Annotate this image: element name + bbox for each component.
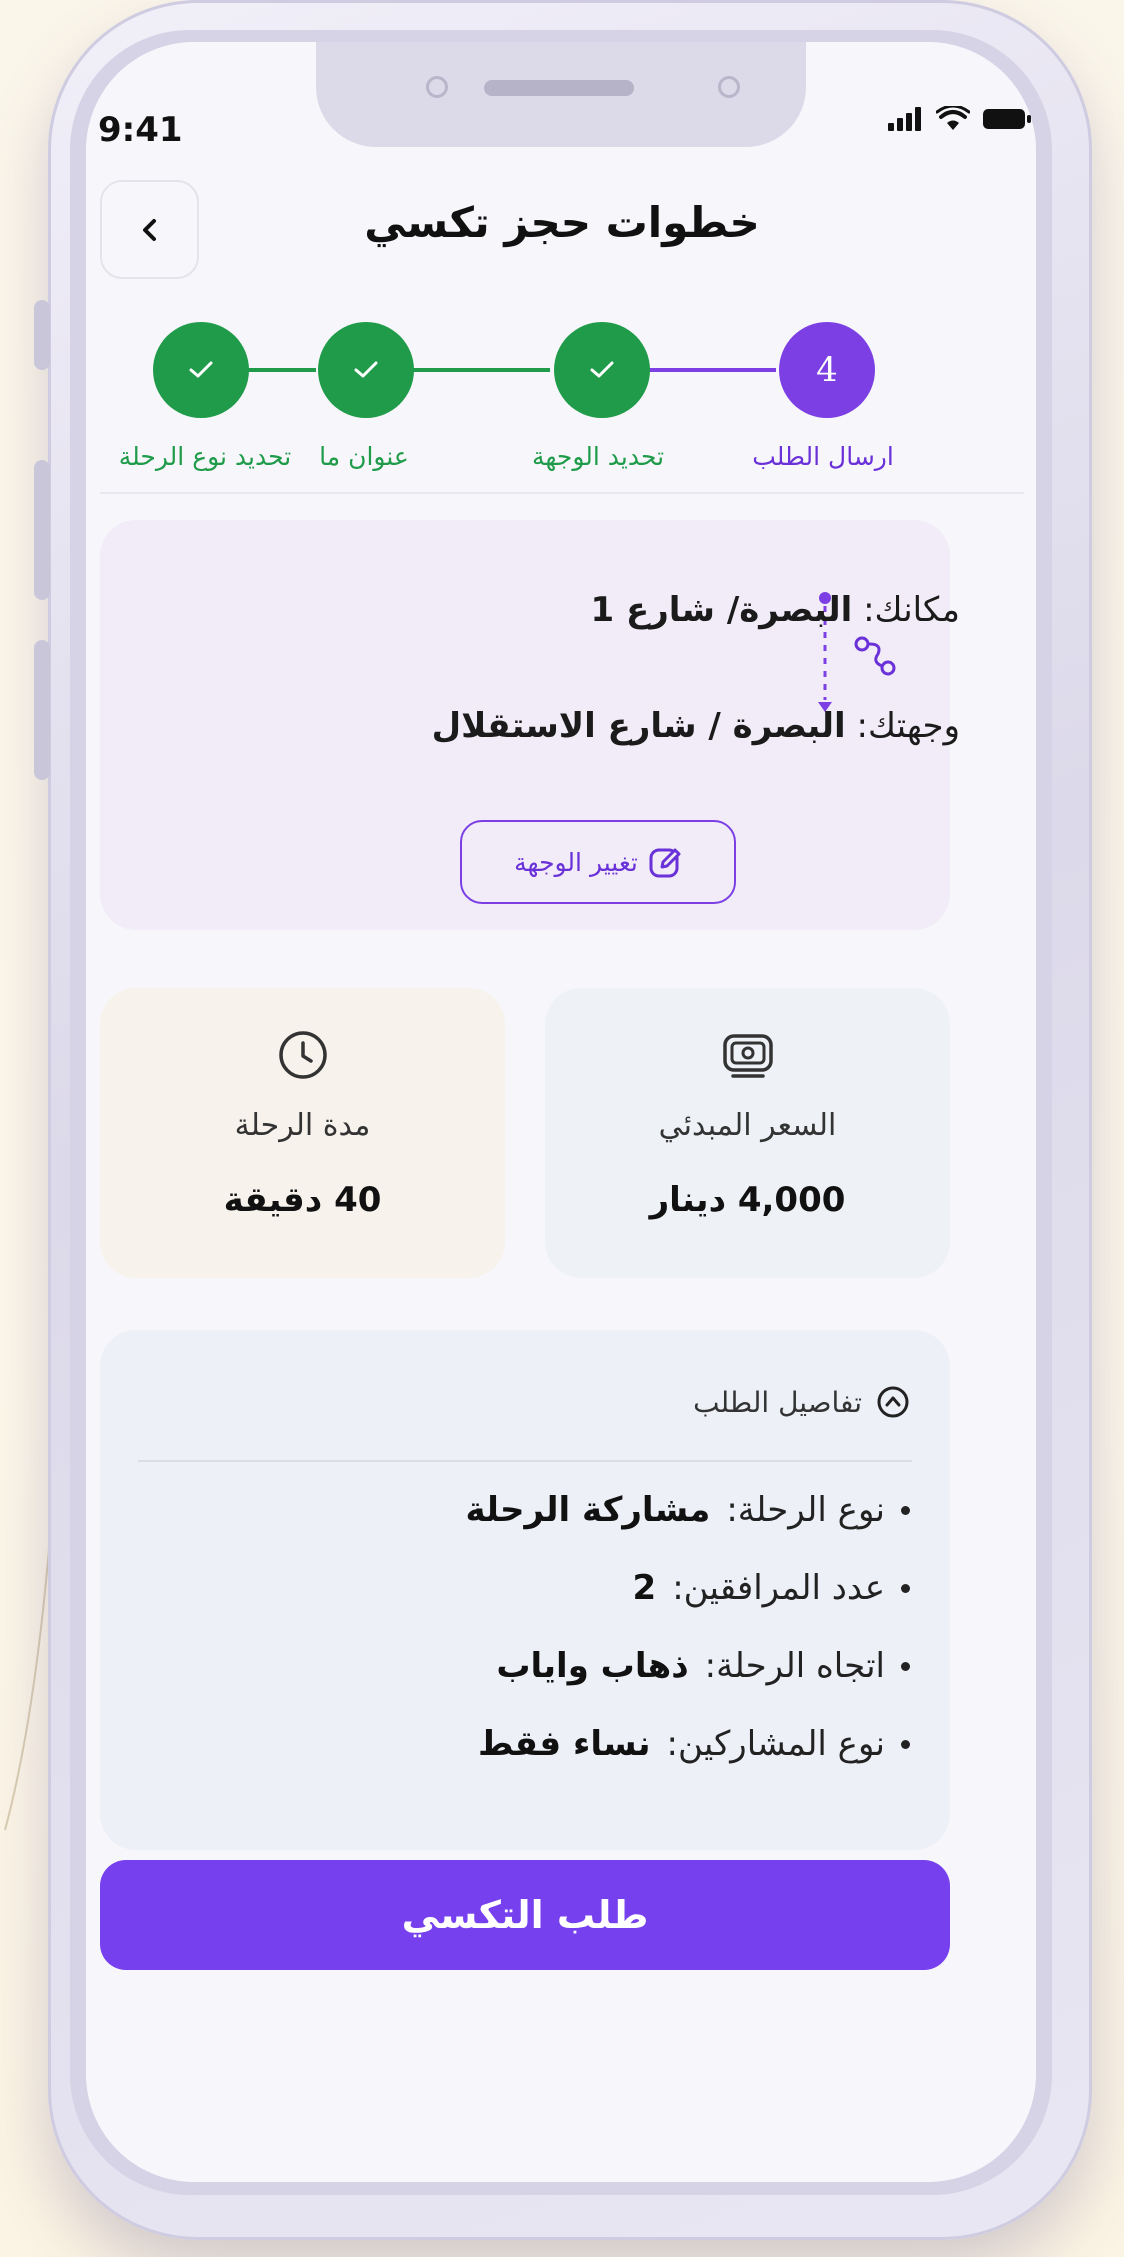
edit-icon	[649, 848, 681, 878]
wifi-icon	[936, 106, 970, 130]
back-button[interactable]	[100, 180, 199, 279]
detail-label: عدد المرافقين:	[672, 1568, 885, 1608]
divider	[100, 492, 1024, 494]
status-time: 9:41	[98, 110, 183, 150]
destination-label: وجهتك:	[856, 706, 960, 746]
check-icon	[189, 361, 213, 378]
step-label-trip-type: تحديد نوع الرحلة	[118, 442, 292, 471]
step-number: 4	[816, 350, 838, 390]
step-3-done[interactable]	[318, 322, 414, 418]
check-icon	[354, 361, 378, 378]
battery-icon	[983, 109, 1031, 129]
detail-value: مشاركة الرحلة	[465, 1490, 711, 1530]
step-label-send: ارسال الطلب	[752, 442, 894, 471]
duration-label: مدة الرحلة	[234, 1108, 371, 1143]
speaker-grill	[484, 80, 634, 96]
step-connector	[412, 368, 550, 372]
status-icons	[888, 106, 1032, 132]
check-icon	[590, 361, 614, 378]
detail-label: نوع المشاركين:	[666, 1724, 885, 1764]
bullet	[901, 1505, 910, 1515]
order-details-card: تفاصيل الطلب نوع الرحلة: مشاركة الرحلة عد…	[100, 1330, 950, 1850]
phone-volume-down	[34, 640, 50, 780]
phone-volume-up	[34, 460, 50, 600]
detail-value: نساء فقط	[478, 1724, 651, 1764]
duration-value: 40 دقيقة	[223, 1180, 382, 1220]
detail-label: اتجاه الرحلة:	[704, 1646, 885, 1686]
step-connector	[646, 368, 776, 372]
price-card: السعر المبدئي 4,000 دينار	[545, 988, 950, 1278]
list-item: اتجاه الرحلة: ذهاب واياب	[466, 1646, 910, 1686]
origin-value: البصرة/ شارع 1	[590, 590, 853, 630]
destination-value: البصرة / شارع الاستقلال	[431, 706, 846, 746]
step-4-done[interactable]	[153, 322, 249, 418]
clock-icon	[278, 1031, 327, 1079]
detail-label: نوع الرحلة:	[726, 1490, 885, 1530]
divider	[138, 1460, 912, 1462]
chevron-up-circle-icon	[877, 1386, 909, 1418]
request-taxi-button[interactable]: طلب التكسي	[100, 1860, 950, 1970]
step-2-done[interactable]	[554, 322, 650, 418]
bullet	[901, 1583, 910, 1593]
order-details-toggle[interactable]: تفاصيل الطلب	[693, 1385, 910, 1419]
detail-value: ذهاب واياب	[496, 1646, 689, 1686]
order-details-title: تفاصيل الطلب	[693, 1385, 862, 1419]
origin-label: مكانك:	[863, 590, 960, 630]
list-item: نوع الرحلة: مشاركة الرحلة	[466, 1490, 910, 1530]
list-item: عدد المرافقين: 2	[466, 1568, 910, 1608]
camera-dot	[718, 76, 740, 98]
detail-value: 2	[632, 1568, 657, 1608]
route-origin: مكانك: البصرة/ شارع 1	[590, 590, 960, 630]
sensor-dot	[426, 76, 448, 98]
price-label: السعر المبدئي	[658, 1108, 837, 1143]
change-destination-label: تغيير الوجهة	[514, 847, 638, 877]
page-title: خطوات حجز تكسي	[364, 198, 760, 247]
phone-notch	[316, 42, 806, 147]
money-icon	[722, 1034, 773, 1078]
route-destination: وجهتك: البصرة / شارع الاستقلال	[432, 706, 960, 746]
bullet	[901, 1739, 910, 1749]
step-1-current[interactable]: 4	[779, 322, 875, 418]
duration-card: مدة الرحلة 40 دقيقة	[100, 988, 505, 1278]
route-icon	[854, 636, 896, 676]
change-destination-button[interactable]: تغيير الوجهة	[460, 820, 736, 904]
order-details-list: نوع الرحلة: مشاركة الرحلة عدد المرافقين: 2…	[466, 1490, 910, 1802]
bullet	[901, 1661, 910, 1671]
signal-icon	[888, 107, 921, 131]
step-label-destination: تحديد الوجهة	[531, 442, 665, 471]
phone-side-button	[34, 300, 50, 370]
list-item: نوع المشاركين: نساء فقط	[466, 1724, 910, 1764]
chevron-left-icon	[142, 218, 156, 241]
price-value: 4,000 دينار	[649, 1180, 846, 1220]
